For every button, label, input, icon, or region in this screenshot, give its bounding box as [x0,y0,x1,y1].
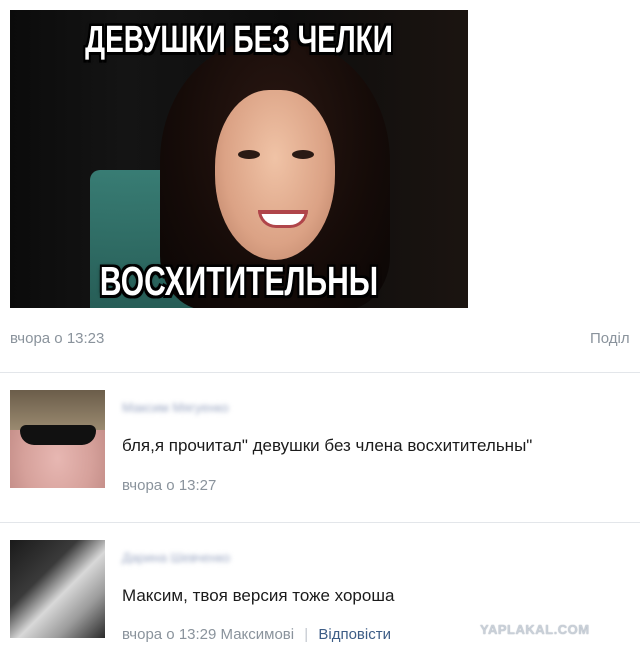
eye-left [238,150,260,159]
share-link[interactable]: Поділ [590,330,630,347]
separator: | [304,626,309,643]
comment-timestamp[interactable]: вчора о 13:29 [122,626,221,643]
meme-top-caption: ДЕВУШКИ БЕЗ ЧЕЛКИ [85,18,393,61]
comment-text: Максим, твоя версия тоже хороша [122,586,395,605]
face-shape [215,90,335,260]
divider [0,522,640,523]
hat-shape [10,390,105,430]
eye-right [292,150,314,159]
post-image[interactable]: ДЕВУШКИ БЕЗ ЧЕЛКИ ВОСХИТИТЕЛЬНЫ [10,10,468,308]
post-timestamp[interactable]: вчора о 13:23 [10,330,104,347]
comment-item: Максим Мягуенко бля,я прочитал" девушки … [0,380,640,520]
comment-author[interactable]: Дарина Шевченко [122,550,230,565]
reply-to-name[interactable]: Максимові [221,626,295,643]
divider [0,372,640,373]
comment-text: бля,я прочитал" девушки без члена восхит… [122,436,533,455]
comment-item: Дарина Шевченко Максим, твоя версия тоже… [0,530,640,660]
comment-timestamp[interactable]: вчора о 13:27 [122,477,216,494]
avatar[interactable] [10,390,105,488]
watermark-logo: YAPLAKAL.COM [480,622,590,637]
comment-meta: вчора о 13:29 Максимові | Відповісти [122,626,391,643]
sunglasses-shape [20,425,96,445]
meme-bottom-caption: ВОСХИТИТЕЛЬНЫ [99,260,379,305]
avatar[interactable] [10,540,105,638]
reply-button[interactable]: Відповісти [318,626,391,643]
comment-author[interactable]: Максим Мягуенко [122,400,229,415]
